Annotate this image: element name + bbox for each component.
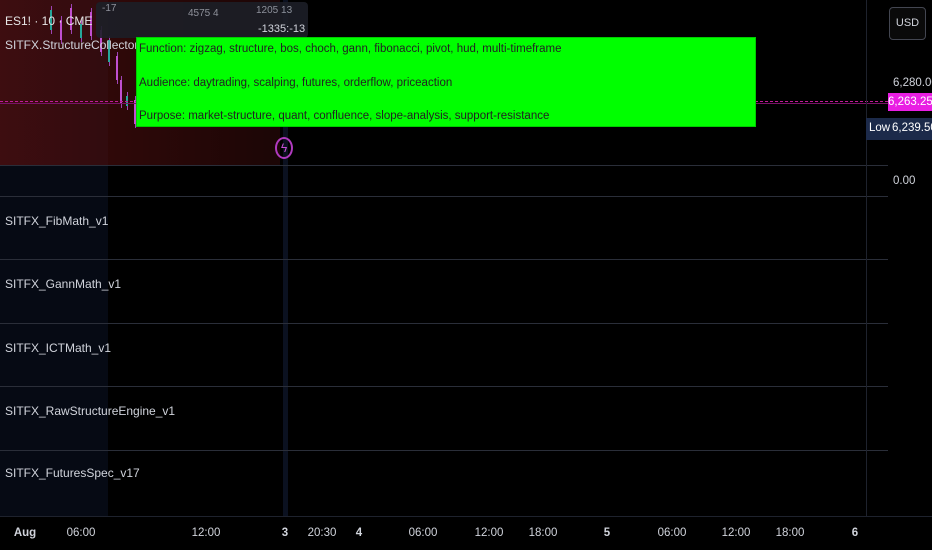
pane-divider[interactable] [0,196,888,197]
ohlc-right: 1205 13 [256,5,293,16]
pane-label-gannmath[interactable]: SITFX_GannMath_v1 [5,277,121,291]
pane-divider[interactable] [0,386,888,387]
time-tick: 3 [281,527,289,539]
time-tick: 18:00 [775,527,805,539]
low-price-tag: Low 6,239.50 [866,118,932,140]
info-purpose-line: Purpose: market-structure, quant, conflu… [139,110,550,122]
time-axis[interactable]: Aug 06:00 12:00 3 20:30 4 06:00 12:00 18… [0,516,932,550]
info-function-line: Function: zigzag, structure, bos, choch,… [139,43,562,55]
pane-label-ictmath[interactable]: SITFX_ICTMath_v1 [5,341,111,355]
time-tick: 12:00 [191,527,221,539]
pane-divider[interactable] [0,450,888,451]
info-audience-line: Audience: daytrading, scalping, futures,… [139,77,453,89]
candle-body [116,56,118,80]
time-tick: 4 [355,527,363,539]
time-tick: 20:30 [307,527,337,539]
info-table-box: Function: zigzag, structure, bos, choch,… [136,37,756,127]
time-tick: 6 [851,527,859,539]
time-tick: 06:00 [66,527,96,539]
pane-label-rawstructureengine[interactable]: SITFX_RawStructureEngine_v1 [5,404,175,418]
low-value: 6,239.50 [892,122,932,134]
current-price-tag: 6,263.25 [888,93,932,111]
time-tick: 06:00 [408,527,438,539]
time-tick: 18:00 [528,527,558,539]
time-tick: 12:00 [474,527,504,539]
pane-divider[interactable] [0,165,888,166]
time-tick: 06:00 [657,527,687,539]
ohlc-mid: 4575 4 [188,8,219,19]
low-label: Low [869,122,891,134]
pane-divider[interactable] [0,323,888,324]
pane-label-futuresspec[interactable]: SITFX_FuturesSpec_v17 [5,466,140,480]
currency-button[interactable]: USD [889,7,926,40]
ohlc-prefix: -17 [102,3,117,14]
time-tick: 5 [603,527,611,539]
ohlc-value: -1335:-13 [258,23,306,35]
time-tick: 12:00 [721,527,751,539]
price-axis-label: 6,280.00 [893,77,932,89]
pane-divider[interactable] [0,259,888,260]
time-tick: Aug [13,527,37,539]
symbol-title[interactable]: ES1! · 10 · CME [5,14,92,28]
lightning-icon[interactable]: ϟ [275,137,293,159]
pane-label-fibmath[interactable]: SITFX_FibMath_v1 [5,214,108,228]
